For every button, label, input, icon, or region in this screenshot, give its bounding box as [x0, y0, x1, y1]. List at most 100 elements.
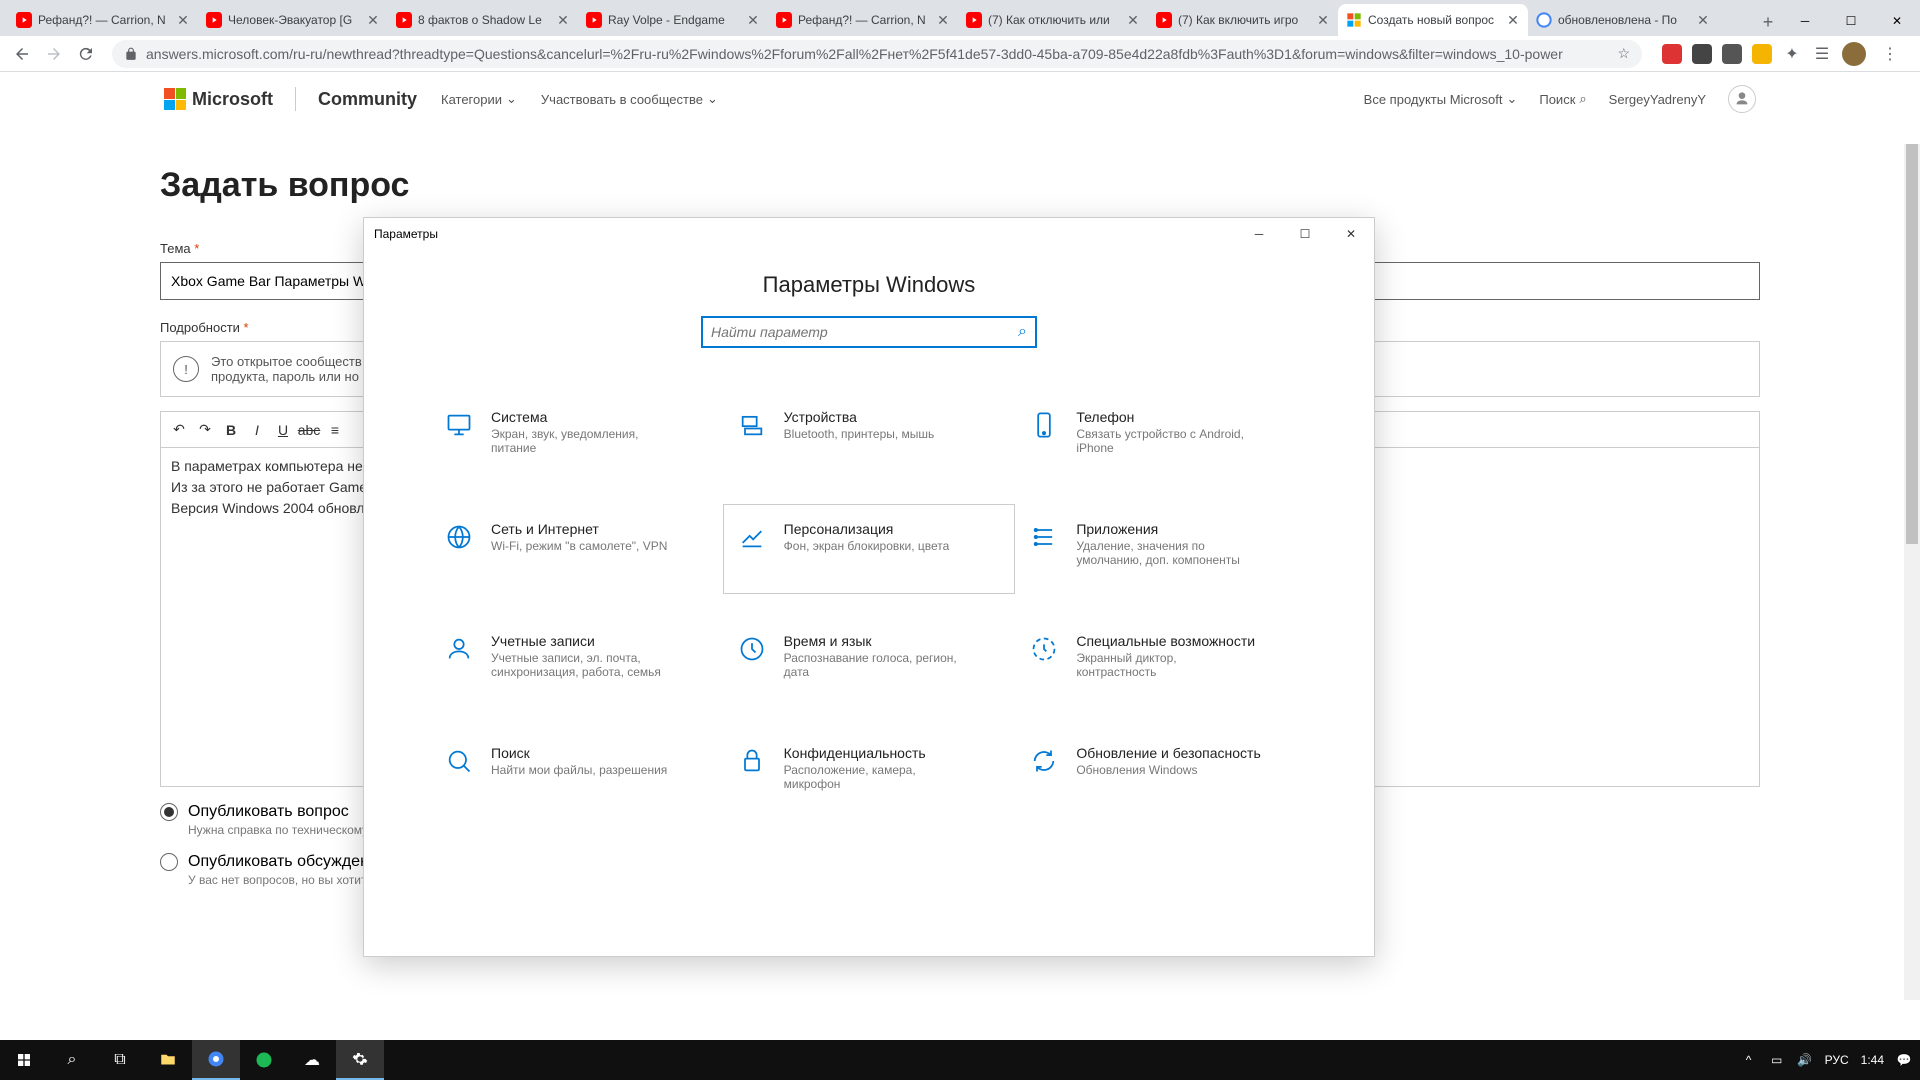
search-button[interactable]: ⌕ [48, 1040, 96, 1080]
bold-button[interactable]: B [219, 418, 243, 442]
ms-logo[interactable]: Microsoft [164, 88, 273, 110]
settings-category[interactable]: ПерсонализацияФон, экран блокировки, цве… [723, 504, 1016, 594]
browser-tab[interactable]: Человек-Эвакуатор [G✕ [198, 4, 388, 36]
nav-categories[interactable]: Категории ⌄ [441, 91, 517, 107]
file-explorer-button[interactable] [144, 1040, 192, 1080]
close-button[interactable]: ✕ [1874, 6, 1920, 36]
extensions-menu-icon[interactable]: ✦ [1782, 44, 1802, 64]
tab-close-icon[interactable]: ✕ [1696, 13, 1710, 27]
settings-category[interactable]: ПриложенияУдаление, значения по умолчани… [1015, 504, 1308, 594]
all-products[interactable]: Все продукты Microsoft ⌄ [1364, 91, 1518, 107]
task-view-button[interactable]: ⧉ [96, 1040, 144, 1080]
app-taskbar-button[interactable]: ☁ [288, 1040, 336, 1080]
extension-icon[interactable] [1692, 44, 1712, 64]
address-bar[interactable]: answers.microsoft.com/ru-ru/newthread?th… [112, 40, 1642, 68]
tab-title: (7) Как включить игро [1178, 13, 1312, 27]
settings-search-input[interactable] [711, 324, 1018, 340]
maximize-button[interactable]: ☐ [1828, 6, 1874, 36]
tab-close-icon[interactable]: ✕ [1316, 13, 1330, 27]
settings-category[interactable]: Система Экран, звук, уведомления, питание [430, 392, 723, 482]
scrollbar-thumb[interactable] [1906, 144, 1918, 544]
tab-close-icon[interactable]: ✕ [176, 13, 190, 27]
volume-icon[interactable]: 🔊 [1797, 1052, 1813, 1068]
profile-avatar[interactable] [1842, 42, 1866, 66]
tab-close-icon[interactable]: ✕ [1506, 13, 1520, 27]
category-title: Устройства [784, 409, 935, 425]
maximize-button[interactable]: ☐ [1282, 218, 1328, 250]
browser-toolbar: answers.microsoft.com/ru-ru/newthread?th… [0, 36, 1920, 72]
underline-button[interactable]: U [271, 418, 295, 442]
settings-titlebar[interactable]: Параметры ─ ☐ ✕ [364, 218, 1374, 250]
back-button[interactable] [8, 40, 36, 68]
page-scrollbar[interactable] [1904, 144, 1920, 1000]
divider [295, 87, 296, 111]
redo-button[interactable]: ↷ [193, 418, 217, 442]
category-desc: Экран, звук, уведомления, питание [491, 427, 671, 455]
tab-close-icon[interactable]: ✕ [746, 13, 760, 27]
browser-tab[interactable]: 8 фактов о Shadow Le✕ [388, 4, 578, 36]
browser-tab[interactable]: Рефанд?! — Carrion, N✕ [768, 4, 958, 36]
settings-category[interactable]: Учетные записиУчетные записи, эл. почта,… [430, 616, 723, 706]
user-avatar-icon[interactable] [1728, 85, 1756, 113]
category-title: Поиск [491, 745, 667, 761]
settings-window: Параметры ─ ☐ ✕ Параметры Windows ⌕ Сист… [363, 217, 1375, 957]
category-title: Сеть и Интернет [491, 521, 667, 537]
minimize-button[interactable]: ─ [1782, 6, 1828, 36]
settings-category[interactable]: ТелефонСвязать устройство с Android, iPh… [1015, 392, 1308, 482]
language-indicator[interactable]: РУС [1825, 1053, 1849, 1067]
tray-chevron-icon[interactable]: ^ [1741, 1052, 1757, 1068]
tab-close-icon[interactable]: ✕ [366, 13, 380, 27]
ms-nav: Категории ⌄ Участвовать в сообществе ⌄ [441, 91, 718, 107]
new-tab-button[interactable]: + [1754, 8, 1782, 36]
spotify-taskbar-button[interactable] [240, 1040, 288, 1080]
undo-button[interactable]: ↶ [167, 418, 191, 442]
close-button[interactable]: ✕ [1328, 218, 1374, 250]
battery-icon[interactable]: ▭ [1769, 1052, 1785, 1068]
reading-list-icon[interactable]: ☰ [1812, 44, 1832, 64]
ms-header-right: Все продукты Microsoft ⌄ Поиск ⌕ SergeyY… [1364, 85, 1756, 113]
tab-close-icon[interactable]: ✕ [936, 13, 950, 27]
browser-tab[interactable]: обновленовлена - По✕ [1528, 4, 1718, 36]
settings-category[interactable]: КонфиденциальностьРасположение, камера, … [723, 728, 1016, 818]
nav-participate[interactable]: Участвовать в сообществе ⌄ [541, 91, 718, 107]
forward-button[interactable] [40, 40, 68, 68]
settings-category[interactable]: Сеть и ИнтернетWi-Fi, режим "в самолете"… [430, 504, 723, 594]
search-link[interactable]: Поиск ⌕ [1539, 91, 1586, 107]
reload-button[interactable] [72, 40, 100, 68]
info-icon: ! [173, 356, 199, 382]
align-button[interactable]: ≡ [323, 418, 347, 442]
settings-taskbar-button[interactable] [336, 1040, 384, 1080]
category-title: Телефон [1076, 409, 1256, 425]
tab-favicon [586, 12, 602, 28]
settings-category[interactable]: УстройстваBluetooth, принтеры, мышь [723, 392, 1016, 482]
category-icon [1028, 521, 1060, 553]
browser-menu-button[interactable]: ⋮ [1876, 40, 1904, 68]
extension-icon[interactable] [1722, 44, 1742, 64]
bookmark-star-icon[interactable]: ☆ [1617, 45, 1630, 62]
community-link[interactable]: Community [318, 89, 417, 110]
chrome-taskbar-button[interactable] [192, 1040, 240, 1080]
extension-icon[interactable] [1752, 44, 1772, 64]
browser-tab[interactable]: (7) Как включить игро ✕ [1148, 4, 1338, 36]
strike-button[interactable]: abc [297, 418, 321, 442]
minimize-button[interactable]: ─ [1236, 218, 1282, 250]
start-button[interactable] [0, 1040, 48, 1080]
settings-category[interactable]: ПоискНайти мои файлы, разрешения [430, 728, 723, 818]
category-title: Система [491, 409, 671, 425]
username[interactable]: SergeyYadrenyY [1609, 92, 1706, 107]
settings-category[interactable]: Обновление и безопасностьОбновления Wind… [1015, 728, 1308, 818]
settings-category[interactable]: Время и языкРаспознавание голоса, регион… [723, 616, 1016, 706]
browser-tab[interactable]: Ray Volpe - Endgame✕ [578, 4, 768, 36]
settings-search[interactable]: ⌕ [701, 316, 1037, 348]
tab-title: Создать новый вопрос [1368, 13, 1502, 27]
browser-tab[interactable]: Рефанд?! — Carrion, N✕ [8, 4, 198, 36]
tab-close-icon[interactable]: ✕ [1126, 13, 1140, 27]
extension-icon[interactable] [1662, 44, 1682, 64]
italic-button[interactable]: I [245, 418, 269, 442]
clock[interactable]: 1:44 [1861, 1053, 1884, 1067]
tab-close-icon[interactable]: ✕ [556, 13, 570, 27]
browser-tab[interactable]: Создать новый вопрос ✕ [1338, 4, 1528, 36]
notifications-icon[interactable]: 💬 [1896, 1052, 1912, 1068]
browser-tab[interactable]: (7) Как отключить или✕ [958, 4, 1148, 36]
settings-category[interactable]: Специальные возможностиЭкранный диктор, … [1015, 616, 1308, 706]
